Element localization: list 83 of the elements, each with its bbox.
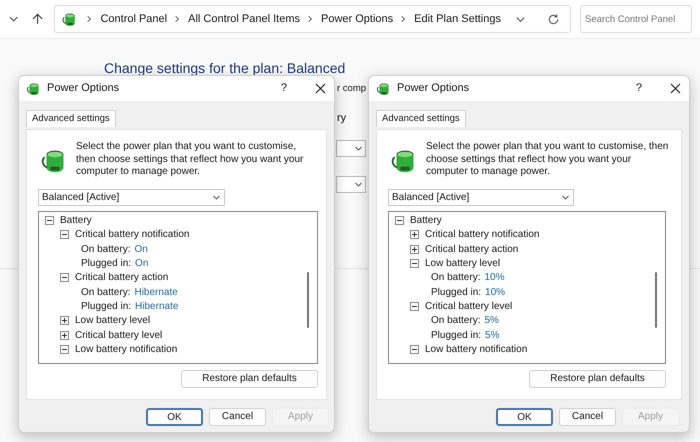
collapse-icon[interactable] — [410, 302, 419, 311]
setting-value[interactable]: On — [135, 256, 148, 272]
setting-value[interactable]: Hibernate — [135, 298, 178, 314]
setting-value[interactable]: 10% — [485, 284, 506, 300]
help-button[interactable]: ? — [636, 80, 642, 97]
tree-item[interactable]: Critical battery action — [75, 270, 168, 286]
settings-tree[interactable]: Battery Critical battery notification Critical battery action Low battery level On battery: 10% Plugged in: 10% Critical battery level On battery: 5% Plugged in: 5% Low battery notification — [388, 210, 666, 364]
text-fragment: r comp — [337, 82, 366, 96]
address-bar[interactable]: Control Panel All Control Panel Items Power Options Edit Plan Settings — [54, 5, 571, 33]
tree-item[interactable]: Critical battery notification — [425, 227, 540, 242]
close-button[interactable] — [669, 82, 681, 94]
expand-icon[interactable] — [410, 230, 419, 240]
tree-item[interactable]: Battery — [410, 213, 442, 228]
setting-value[interactable]: 5% — [485, 328, 500, 343]
setting-value[interactable]: Hibernate — [134, 284, 178, 300]
window-title: Power Options — [397, 81, 470, 96]
collapse-icon[interactable] — [60, 230, 69, 240]
chevron-right-icon — [307, 15, 314, 23]
page-heading: Change settings for the plan: Balanced — [104, 59, 346, 78]
tree-item[interactable]: Critical battery level — [75, 328, 162, 343]
scrollbar-thumb[interactable] — [307, 272, 309, 328]
tree-item[interactable]: Low battery notification — [425, 342, 528, 357]
chevron-down-icon — [354, 180, 363, 189]
plan-dropdown[interactable]: Balanced [Active] — [38, 188, 225, 206]
scrollbar-thumb[interactable] — [655, 272, 657, 328]
tab[interactable]: Advanced settings — [376, 110, 466, 128]
setting-label: Plugged in: — [81, 300, 132, 314]
help-button[interactable]: ? — [280, 80, 287, 97]
chevron-down-icon — [354, 144, 363, 153]
setting-label: On battery: — [81, 242, 130, 257]
expand-icon[interactable] — [410, 244, 419, 254]
settings-tree[interactable] — [38, 210, 318, 364]
setting-label: Plugged in: — [431, 328, 482, 343]
setting-label: On battery: — [81, 286, 130, 300]
collapse-icon[interactable] — [60, 273, 69, 282]
chevron-right-icon — [174, 15, 182, 23]
tree-item[interactable]: Critical battery notification — [75, 227, 190, 242]
plan-dropdown[interactable]: Balanced [Active] — [388, 188, 574, 206]
tab[interactable]: Advanced settings — [26, 110, 116, 128]
search-field[interactable]: Search Control Panel — [580, 5, 692, 33]
text-fragment: ry — [337, 111, 346, 126]
description-text: Select the power plan that you want to customise, then choose settings that reflect how you want your computer to manage power. — [76, 141, 304, 178]
dialog-button[interactable]: Cancel — [559, 408, 616, 426]
chevron-right-icon — [400, 15, 408, 23]
collapse-icon[interactable] — [395, 216, 404, 226]
dialog-button[interactable]: OK — [146, 408, 203, 426]
chevron-down-icon — [561, 192, 570, 202]
setting-label: Plugged in: — [431, 286, 482, 300]
close-icon — [314, 83, 326, 94]
breadcrumb-item[interactable]: Control Panel — [100, 10, 168, 28]
tree-item[interactable]: Critical battery action — [425, 242, 518, 257]
setting-label: Plugged in: — [81, 257, 132, 272]
tree-item[interactable]: Low battery level — [75, 313, 150, 328]
breadcrumb-item[interactable]: All Control Panel Items — [188, 10, 300, 28]
tree-item[interactable]: Low battery level — [425, 256, 500, 272]
tree-item[interactable]: Critical battery level — [425, 298, 512, 314]
breadcrumb-item[interactable]: Power Options — [321, 10, 394, 28]
breadcrumb-item[interactable]: Edit Plan Settings — [414, 10, 501, 28]
close-button[interactable] — [314, 82, 326, 94]
setting-value[interactable]: 10% — [484, 270, 504, 286]
refresh-icon[interactable] — [547, 12, 560, 26]
setting-value[interactable]: 5% — [484, 313, 499, 328]
expand-icon[interactable] — [60, 316, 69, 326]
expand-icon[interactable] — [60, 330, 69, 340]
setting-label: On battery: — [431, 271, 480, 286]
chevron-down-icon — [212, 192, 221, 202]
dialog-button[interactable]: Cancel — [209, 408, 266, 426]
window-title: Power Options — [47, 81, 120, 96]
collapse-icon[interactable] — [60, 344, 69, 354]
restore-defaults-button[interactable]: Restore plan defaults — [529, 370, 666, 388]
restore-defaults-button[interactable]: Restore plan defaults — [181, 370, 318, 388]
setting-label: On battery: — [431, 314, 480, 328]
collapse-icon[interactable] — [410, 344, 419, 354]
tree-item[interactable]: Battery — [60, 213, 92, 228]
collapse-icon[interactable] — [45, 216, 54, 226]
collapse-icon[interactable] — [410, 259, 419, 268]
description-text: Select the power plan that you want to customise, then choose settings that reflect how you want your computer to manage power. — [426, 141, 670, 178]
dialog-button[interactable]: OK — [496, 408, 553, 426]
chevron-right-icon — [86, 15, 94, 23]
setting-value[interactable]: On — [134, 242, 148, 257]
up-arrow-icon[interactable] — [31, 12, 44, 26]
tree-item[interactable]: Low battery notification — [75, 342, 178, 357]
close-icon — [670, 83, 680, 94]
